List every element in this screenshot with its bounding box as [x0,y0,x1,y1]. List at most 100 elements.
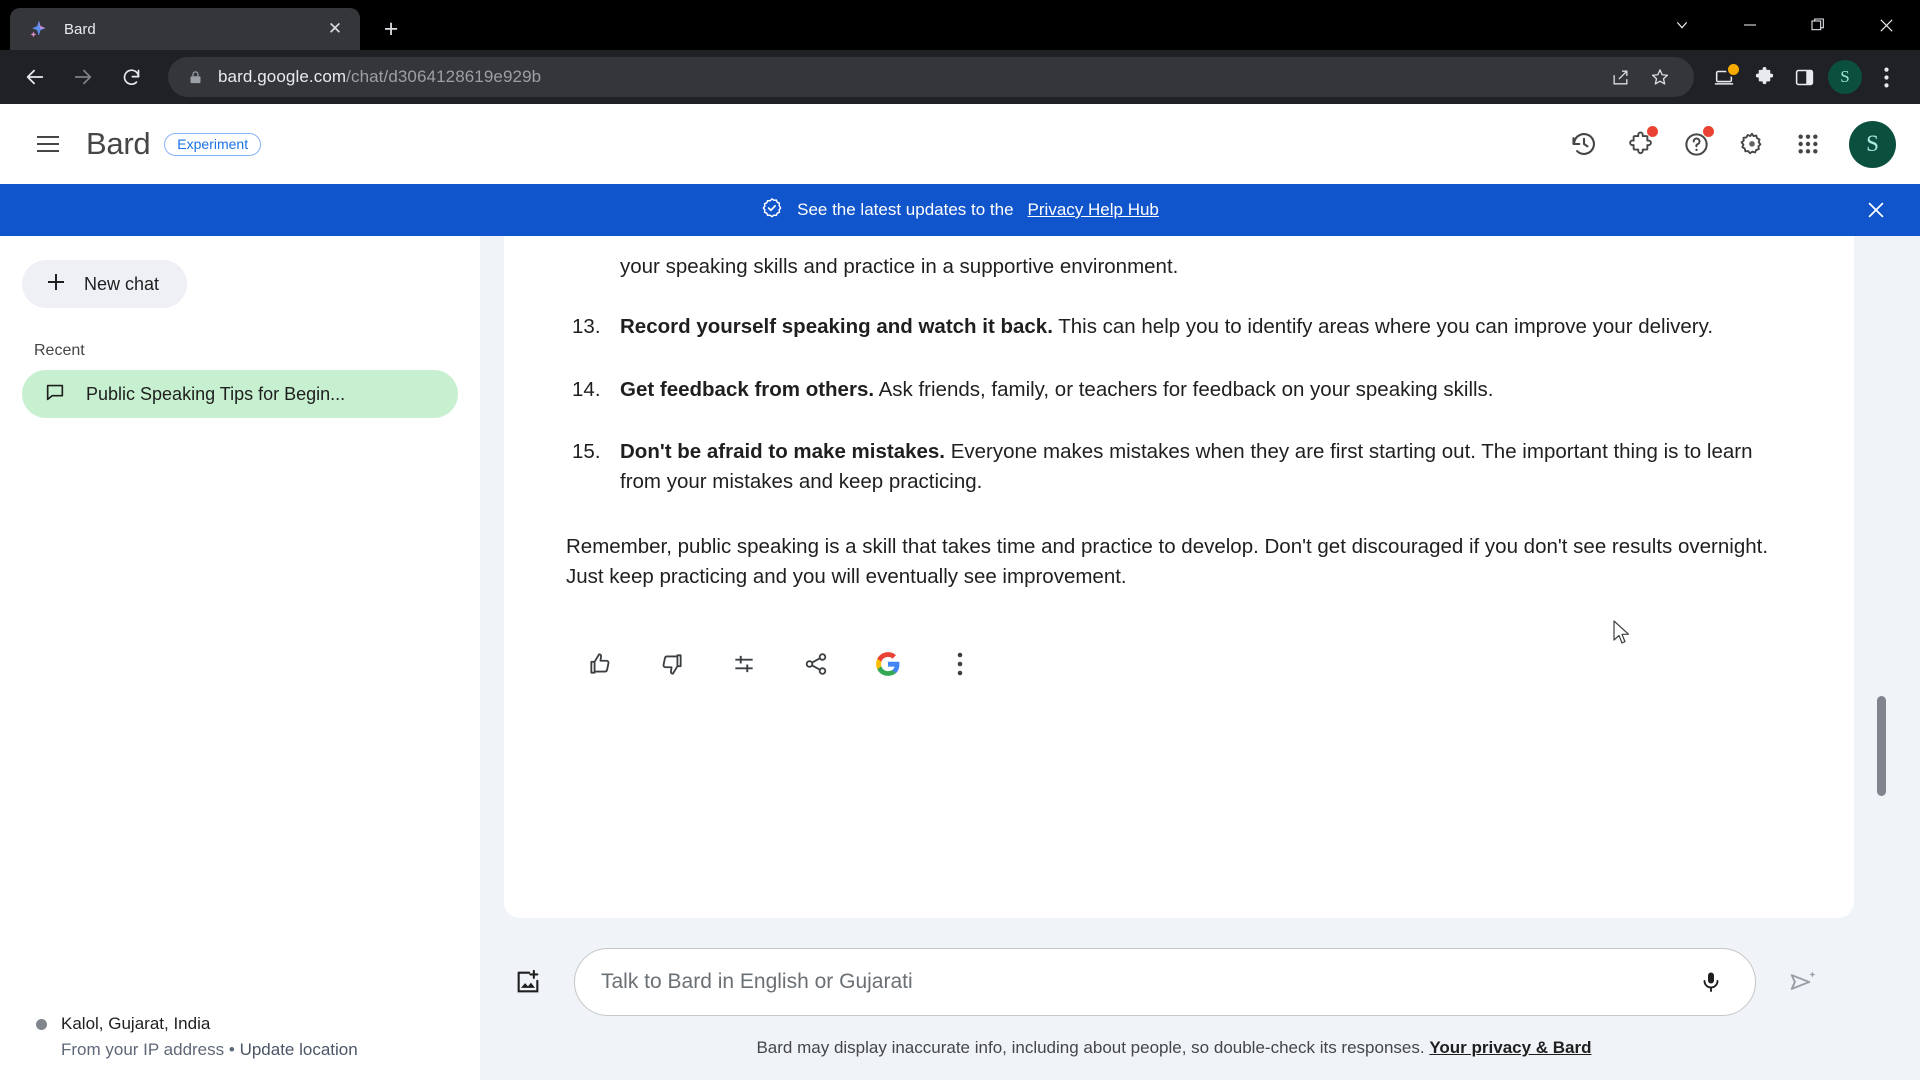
scrollbar-thumb[interactable] [1877,696,1886,796]
url-domain: bard.google.com [218,67,346,86]
thumbs-down-icon[interactable] [650,642,694,686]
bard-page: Bard Experiment [0,104,1920,1080]
notice-text: See the latest updates to the [797,200,1013,220]
disclaimer: Bard may display inaccurate info, includ… [480,1016,1868,1072]
url-path: /chat/d3064128619e929b [346,67,541,86]
list-item: Get feedback from others. Ask friends, f… [566,375,1794,405]
back-arrow-icon[interactable] [14,56,56,98]
add-image-icon[interactable] [504,958,552,1006]
share-icon[interactable] [1602,59,1638,95]
extensions-icon[interactable] [1617,121,1663,167]
tip-title: Get feedback from others. [620,378,874,401]
sidebar: New chat Recent Public Speaking Tips for… [0,236,480,1080]
lock-icon [184,66,206,88]
browser-toolbar: bard.google.com/chat/d3064128619e929b S [0,50,1920,104]
tab-strip: Bard ✕ + [0,0,1920,50]
forward-arrow-icon[interactable] [62,56,104,98]
bard-header: Bard Experiment [0,104,1920,184]
privacy-help-hub-link[interactable]: Privacy Help Hub [1028,200,1159,220]
thumbs-up-icon[interactable] [578,642,622,686]
tips-list: Record yourself speaking and watch it ba… [566,312,1794,497]
user-avatar[interactable]: S [1849,121,1896,168]
conversation-panel: your speaking skills and practice in a s… [480,236,1920,1080]
notice-content: See the latest updates to the Privacy He… [761,197,1159,224]
main-body: New chat Recent Public Speaking Tips for… [0,236,1920,1080]
plus-icon [44,270,68,299]
message-input[interactable] [601,970,1689,994]
warning-badge [1726,62,1741,77]
closing-paragraph: Remember, public speaking is a skill tha… [566,532,1794,593]
close-window-icon[interactable] [1852,0,1920,50]
new-tab-button[interactable]: + [374,12,408,46]
location-row: Kalol, Gujarat, India [36,1014,458,1034]
help-icon[interactable] [1673,121,1719,167]
omnibox-actions [1602,59,1678,95]
history-icon[interactable] [1561,121,1607,167]
list-item: Record yourself speaking and watch it ba… [566,312,1794,342]
location-sub: From your IP address • Update location [61,1040,458,1060]
notification-dot [1703,126,1714,137]
google-g-icon[interactable] [866,642,910,686]
response-actions [578,642,1794,686]
more-vert-icon[interactable] [938,642,982,686]
chat-bubble-icon [44,381,66,408]
close-icon[interactable] [1856,190,1896,230]
google-apps-grid-icon[interactable] [1785,121,1831,167]
response-card: your speaking skills and practice in a s… [504,236,1854,918]
browser-window: Bard ✕ + [0,0,1920,1080]
browser-profile-avatar[interactable]: S [1828,60,1862,94]
reload-icon[interactable] [110,56,152,98]
browser-tab-bard[interactable]: Bard ✕ [10,8,360,50]
location-footer: Kalol, Gujarat, India From your IP addre… [22,1014,458,1060]
minimize-icon[interactable] [1716,0,1784,50]
chat-item-label: Public Speaking Tips for Begin... [86,384,345,405]
tip-body: Ask friends, family, or teachers for fee… [874,378,1493,401]
recent-section-label: Recent [34,342,458,360]
composer-row [480,948,1868,1016]
location-source: From your IP address [61,1040,224,1059]
send-sparkle-icon[interactable] [1778,957,1828,1007]
settings-gear-icon[interactable] [1729,121,1775,167]
star-icon[interactable] [1642,59,1678,95]
list-item: Don't be afraid to make mistakes. Everyo… [566,437,1794,498]
tab-title: Bard [64,21,322,38]
brand: Bard Experiment [86,126,261,162]
close-icon[interactable]: ✕ [322,16,348,42]
location-name: Kalol, Gujarat, India [61,1014,210,1034]
sidebar-chat-item[interactable]: Public Speaking Tips for Begin... [22,370,458,418]
new-chat-button[interactable]: New chat [22,260,187,308]
new-chat-label: New chat [84,274,159,295]
disclaimer-text: Bard may display inaccurate info, includ… [756,1038,1424,1057]
page-title: Bard [86,126,150,162]
url-text: bard.google.com/chat/d3064128619e929b [218,67,1602,87]
update-location-link[interactable]: Update location [240,1040,358,1059]
notification-dot [1647,126,1658,137]
location-dot-icon [36,1019,47,1030]
window-controls [1648,0,1920,50]
experiment-badge: Experiment [164,133,261,156]
side-panel-icon[interactable] [1784,57,1824,97]
privacy-notice-banner: See the latest updates to the Privacy He… [0,184,1920,236]
share-icon[interactable] [794,642,838,686]
message-input-wrapper[interactable] [574,948,1756,1016]
verified-badge-icon [761,197,783,224]
tip-title: Don't be afraid to make mistakes. [620,440,945,463]
bard-sparkle-icon [28,19,48,39]
location-separator: • [229,1040,235,1059]
tab-search-icon[interactable] [1648,0,1716,50]
continued-text: your speaking skills and practice in a s… [620,252,1794,282]
tune-sliders-icon[interactable] [722,642,766,686]
microphone-icon[interactable] [1689,960,1733,1004]
three-dot-menu-icon[interactable] [1866,57,1906,97]
maximize-icon[interactable] [1784,0,1852,50]
header-actions: S [1561,121,1896,168]
tip-body: This can help you to identify areas wher… [1053,315,1713,338]
tip-title: Record yourself speaking and watch it ba… [620,315,1053,338]
conversation-scroll-area[interactable]: your speaking skills and practice in a s… [480,236,1894,934]
address-bar[interactable]: bard.google.com/chat/d3064128619e929b [168,57,1694,97]
privacy-bard-link[interactable]: Your privacy & Bard [1429,1038,1591,1057]
extensions-puzzle-icon[interactable] [1744,57,1784,97]
hamburger-menu-icon[interactable] [24,120,72,168]
scrollbar[interactable] [1876,236,1888,934]
device-warning-icon[interactable] [1704,57,1744,97]
